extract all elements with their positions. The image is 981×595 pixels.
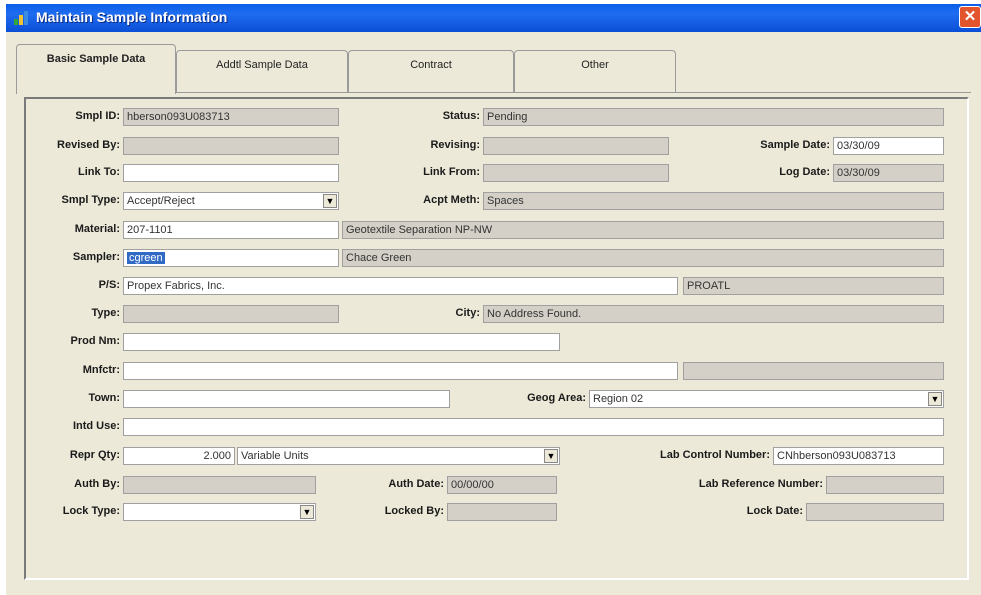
smpl-type-select[interactable]: Accept/Reject ▼ xyxy=(123,192,339,210)
lock-date-field xyxy=(806,503,944,521)
prod-nm-input[interactable] xyxy=(123,333,560,351)
tab-contract[interactable]: Contract xyxy=(348,50,514,92)
city-field: No Address Found. xyxy=(483,305,944,323)
link-to-input[interactable] xyxy=(123,164,339,182)
acpt-meth-label: Acpt Meth: xyxy=(423,194,480,206)
close-button[interactable]: ✕ xyxy=(959,6,981,28)
material-description: Geotextile Separation NP-NW xyxy=(342,221,944,239)
ps-input[interactable]: Propex Fabrics, Inc. xyxy=(123,277,678,295)
sampler-label: Sampler: xyxy=(72,251,120,263)
mnfctr-input[interactable] xyxy=(123,362,678,380)
acpt-meth-field: Spaces xyxy=(483,192,944,210)
tab-addtl-sample-data[interactable]: Addtl Sample Data xyxy=(176,50,348,92)
revised-by-label: Revised By: xyxy=(57,139,120,151)
locked-by-field xyxy=(447,503,557,521)
ps-code: PROATL xyxy=(683,277,944,295)
mnfctr-label: Mnfctr: xyxy=(82,364,120,376)
log-date-field: 03/30/09 xyxy=(833,164,944,182)
repr-qty-label: Repr Qty: xyxy=(69,449,120,461)
tab-basic-sample-data[interactable]: Basic Sample Data xyxy=(16,44,176,94)
lab-control-number-input[interactable]: CNhberson093U083713 xyxy=(773,447,944,465)
geog-area-value: Region 02 xyxy=(593,393,644,405)
auth-by-label: Auth By: xyxy=(74,478,120,490)
intd-use-input[interactable] xyxy=(123,418,944,436)
revised-by-field xyxy=(123,137,339,155)
lock-date-label: Lock Date: xyxy=(746,505,803,517)
repr-qty-input[interactable]: 2.000 xyxy=(123,447,235,465)
basic-sample-data-panel: Smpl ID: hberson093U083713 Status: Pendi… xyxy=(24,97,969,580)
chevron-down-icon[interactable]: ▼ xyxy=(544,449,558,463)
chevron-down-icon[interactable]: ▼ xyxy=(928,392,942,406)
chevron-down-icon[interactable]: ▼ xyxy=(323,194,337,208)
lock-type-label: Lock Type: xyxy=(62,505,120,517)
title-bar: Maintain Sample Information ✕ xyxy=(6,4,981,32)
link-from-field xyxy=(483,164,669,182)
lock-type-select[interactable]: ▼ xyxy=(123,503,316,521)
auth-date-field: 00/00/00 xyxy=(447,476,557,494)
smpl-type-label: Smpl Type: xyxy=(61,194,120,206)
mnfctr-extra-field xyxy=(683,362,944,380)
log-date-label: Log Date: xyxy=(779,166,830,178)
sampler-name: Chace Green xyxy=(342,249,944,267)
revising-field xyxy=(483,137,669,155)
repr-qty-units-select[interactable]: Variable Units ▼ xyxy=(237,447,560,465)
geog-area-label: Geog Area: xyxy=(527,392,586,404)
material-input[interactable]: 207-1101 xyxy=(123,221,339,239)
link-to-label: Link To: xyxy=(78,166,120,178)
town-label: Town: xyxy=(88,392,120,404)
material-label: Material: xyxy=(74,223,120,235)
sampler-input[interactable]: cgreen xyxy=(123,249,339,267)
type-label: Type: xyxy=(91,307,120,319)
close-icon: ✕ xyxy=(963,8,977,25)
sample-date-input[interactable]: 03/30/09 xyxy=(833,137,944,155)
auth-date-label: Auth Date: xyxy=(388,478,444,490)
prod-nm-label: Prod Nm: xyxy=(70,335,121,347)
status-field: Pending xyxy=(483,108,944,126)
tab-other[interactable]: Other xyxy=(514,50,676,92)
repr-qty-units-value: Variable Units xyxy=(241,450,309,462)
status-label: Status: xyxy=(442,110,480,122)
lab-control-number-label: Lab Control Number: xyxy=(660,449,770,461)
intd-use-label: Intd Use: xyxy=(72,420,120,432)
ps-label: P/S: xyxy=(98,279,120,291)
app-icon xyxy=(14,11,28,25)
town-input[interactable] xyxy=(123,390,450,408)
sampler-selected-text: cgreen xyxy=(127,252,165,264)
revising-label: Revising: xyxy=(430,139,480,151)
lab-reference-number-field xyxy=(826,476,944,494)
type-field xyxy=(123,305,339,323)
locked-by-label: Locked By: xyxy=(384,505,444,517)
smpl-id-field: hberson093U083713 xyxy=(123,108,339,126)
auth-by-field xyxy=(123,476,316,494)
chevron-down-icon[interactable]: ▼ xyxy=(300,505,314,519)
smpl-type-value: Accept/Reject xyxy=(127,195,195,207)
window-title: Maintain Sample Information xyxy=(36,9,228,25)
geog-area-select[interactable]: Region 02 ▼ xyxy=(589,390,944,408)
smpl-id-label: Smpl ID: xyxy=(75,110,120,122)
lab-reference-number-label: Lab Reference Number: xyxy=(698,478,823,490)
link-from-label: Link From: xyxy=(423,166,480,178)
sample-date-label: Sample Date: xyxy=(760,139,830,151)
city-label: City: xyxy=(455,307,480,319)
